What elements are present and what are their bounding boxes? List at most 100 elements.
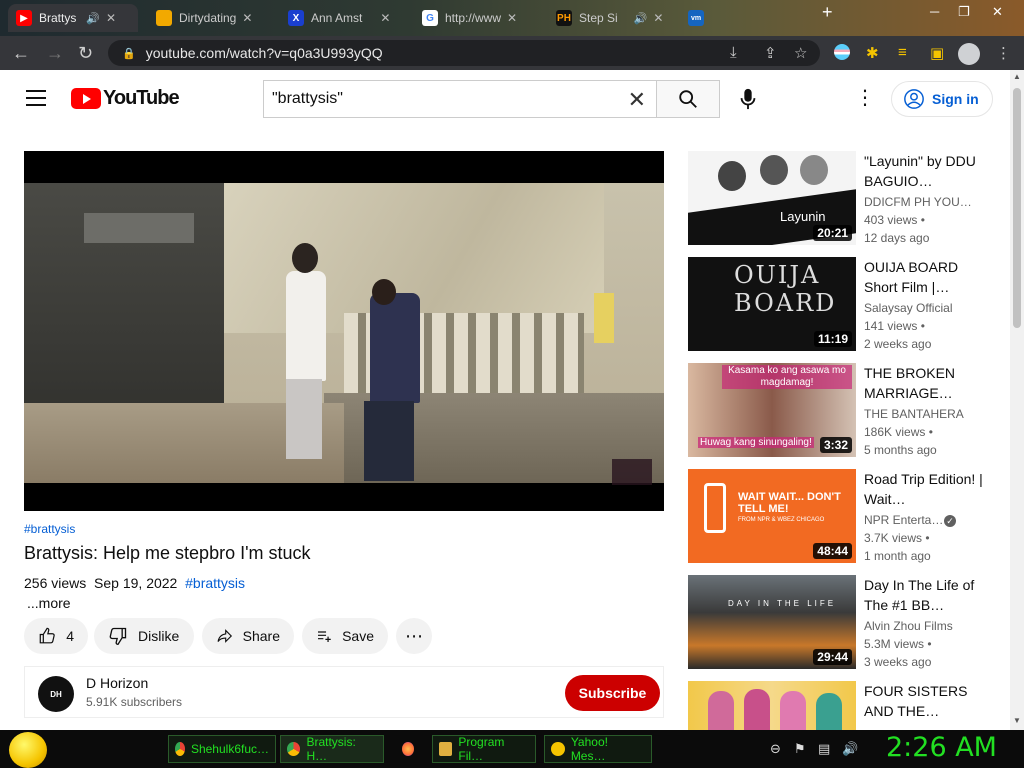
channel-name[interactable]: D Horizon (86, 675, 148, 691)
scroll-thumb[interactable] (1013, 88, 1021, 328)
thumb-face (760, 155, 788, 185)
menu-hamburger-icon[interactable] (26, 90, 46, 106)
close-tab-icon[interactable]: ✕ (106, 11, 116, 25)
suggested-video[interactable]: Layunin 20:21 "Layunin" by DDU BAGUIO… D… (688, 151, 1008, 251)
tab-dirtydating[interactable]: Dirtydating ✕ (148, 4, 270, 32)
suggested-channel[interactable]: Alvin Zhou Films (864, 619, 984, 633)
suggested-video[interactable]: WAIT WAIT... DON'T TELL ME! FROM NPR & W… (688, 469, 1008, 569)
taskbar-item[interactable]: Program Fil… (432, 735, 536, 763)
minimize-icon[interactable]: ─ (930, 4, 939, 19)
share-icon[interactable]: ⇪ (764, 44, 777, 62)
more-actions-button[interactable]: ⋯ (396, 618, 432, 654)
network-icon[interactable]: ▤ (818, 741, 830, 757)
channel-avatar[interactable]: DH (38, 676, 74, 712)
video-player[interactable] (24, 151, 664, 511)
taskbar-label: Yahoo! Mes… (570, 735, 608, 763)
search-input[interactable] (272, 90, 622, 108)
save-button[interactable]: Save (302, 618, 388, 654)
url-text: youtube.com/watch?v=q0a3U993yQQ (145, 45, 383, 61)
suggested-views: 5.3M views • (864, 637, 932, 651)
close-tab-icon[interactable]: ✕ (653, 11, 663, 25)
search-button[interactable] (656, 80, 720, 118)
tab-ann-amst[interactable]: X Ann Amst ✕ (280, 4, 408, 32)
scroll-down-icon[interactable]: ▼ (1013, 716, 1021, 725)
subscribe-button[interactable]: Subscribe (565, 675, 660, 711)
suggested-title[interactable]: OUIJA BOARD Short Film |… (864, 257, 984, 297)
suggested-age: 5 months ago (864, 443, 937, 457)
voice-search-button[interactable] (733, 82, 763, 116)
taskbar-item[interactable]: Yahoo! Mes… (544, 735, 652, 763)
suggested-age: 2 weeks ago (864, 337, 932, 351)
install-icon[interactable]: ⤓ (730, 44, 737, 61)
media-controls-icon[interactable]: ≡ (898, 44, 907, 61)
side-panel-icon[interactable]: ▣ (930, 44, 944, 62)
tab-brattysis[interactable]: ▶ Brattys 🔊 ✕ (8, 4, 138, 32)
scroll-up-icon[interactable]: ▲ (1013, 72, 1021, 81)
suggested-views: 141 views • (864, 319, 925, 333)
extensions-puzzle-icon[interactable]: ✱ (866, 44, 879, 62)
volume-icon[interactable]: 🔊 (842, 741, 858, 757)
tab-google[interactable]: G http://www ✕ (414, 4, 544, 32)
video-thumbnail[interactable]: WAIT WAIT... DON'T TELL ME! FROM NPR & W… (688, 469, 856, 563)
search-box[interactable]: ✕ (263, 80, 657, 118)
show-more-link[interactable]: ...more (27, 595, 71, 611)
suggested-title[interactable]: FOUR SISTERS AND THE… (864, 681, 984, 721)
settings-more-icon[interactable]: ⋮ (855, 88, 875, 108)
suggested-video[interactable]: OUIJA BOARD 11:19 OUIJA BOARD Short Film… (688, 257, 1008, 357)
suggested-title[interactable]: Road Trip Edition! | Wait… (864, 469, 984, 509)
chrome-icon (287, 742, 301, 756)
reload-icon[interactable]: ↻ (78, 43, 93, 63)
close-tab-icon[interactable]: ✕ (380, 11, 390, 25)
video-thumbnail[interactable] (688, 681, 856, 730)
suggested-channel[interactable]: Salaysay Official (864, 301, 984, 315)
hashtag-link[interactable]: #brattysis (24, 522, 75, 536)
suggested-channel[interactable]: THE BANTAHERA (864, 407, 984, 421)
restore-icon[interactable]: ❐ (958, 4, 970, 20)
profile-flag-icon[interactable] (834, 44, 850, 60)
page-scrollbar[interactable]: ▲ ▼ (1010, 70, 1024, 730)
taskbar-item[interactable]: Shehulk6fuc… (168, 735, 276, 763)
browser-menu-icon[interactable]: ⋮ (996, 44, 1011, 62)
close-tab-icon[interactable]: ✕ (242, 11, 252, 25)
taskbar-item[interactable] (396, 735, 426, 763)
suggested-video[interactable]: DAY IN THE LIFE 29:44 Day In The Life of… (688, 575, 1008, 675)
suggested-title[interactable]: "Layunin" by DDU BAGUIO… (864, 151, 984, 191)
youtube-play-logo-icon (71, 88, 101, 109)
video-thumbnail[interactable]: Layunin 20:21 (688, 151, 856, 245)
like-button[interactable]: 4 (24, 618, 88, 654)
suggested-title[interactable]: Day In The Life of The #1 BB… (864, 575, 984, 615)
audio-icon[interactable]: 🔊 (634, 12, 648, 25)
share-button[interactable]: Share (202, 618, 294, 654)
start-button-smiley-icon[interactable] (9, 732, 47, 768)
video-thumbnail[interactable]: Kasama ko ang asawa mo magdamag! Huwag k… (688, 363, 856, 457)
sign-in-button[interactable]: Sign in (891, 81, 993, 117)
close-tab-icon[interactable]: ✕ (507, 11, 517, 25)
suggested-title[interactable]: THE BROKEN MARRIAGE… (864, 363, 984, 403)
profile-avatar-icon[interactable] (958, 43, 980, 65)
back-icon[interactable]: ← (12, 43, 30, 63)
suggested-video[interactable]: FOUR SISTERS AND THE… (688, 681, 1008, 730)
tray-circle-icon[interactable]: ⊖ (770, 741, 781, 757)
video-thumbnail[interactable]: OUIJA BOARD 11:19 (688, 257, 856, 351)
clear-search-icon[interactable]: ✕ (628, 87, 646, 113)
suggested-video[interactable]: Kasama ko ang asawa mo magdamag! Huwag k… (688, 363, 1008, 463)
tray-flag-icon[interactable]: ⚑ (794, 741, 806, 757)
suggested-channel[interactable]: DDICFM PH YOU… (864, 195, 984, 209)
thumb-person (744, 689, 770, 730)
forward-icon[interactable]: → (46, 43, 64, 63)
video-thumbnail[interactable]: DAY IN THE LIFE 29:44 (688, 575, 856, 669)
bookmark-star-icon[interactable]: ☆ (794, 44, 807, 62)
close-window-icon[interactable]: ✕ (992, 4, 1003, 20)
hashtag-inline-link[interactable]: #brattysis (185, 575, 245, 591)
suggested-channel[interactable]: NPR Enterta… (864, 513, 944, 527)
address-bar[interactable]: 🔒 youtube.com/watch?v=q0a3U993yQQ (108, 40, 820, 66)
dislike-button[interactable]: Dislike (94, 618, 194, 654)
youtube-logo[interactable]: YouTube (71, 87, 180, 110)
taskbar-item[interactable]: Brattysis: H… (280, 735, 384, 763)
audio-icon[interactable]: 🔊 (86, 12, 100, 25)
system-clock[interactable]: 2:26 AM (886, 732, 997, 763)
new-tab-icon[interactable]: + (822, 2, 833, 23)
suggested-views: 403 views • (864, 213, 925, 227)
tab-step-si[interactable]: PH Step Si 🔊 ✕ (548, 4, 676, 32)
tab-other[interactable]: vm (680, 4, 800, 32)
